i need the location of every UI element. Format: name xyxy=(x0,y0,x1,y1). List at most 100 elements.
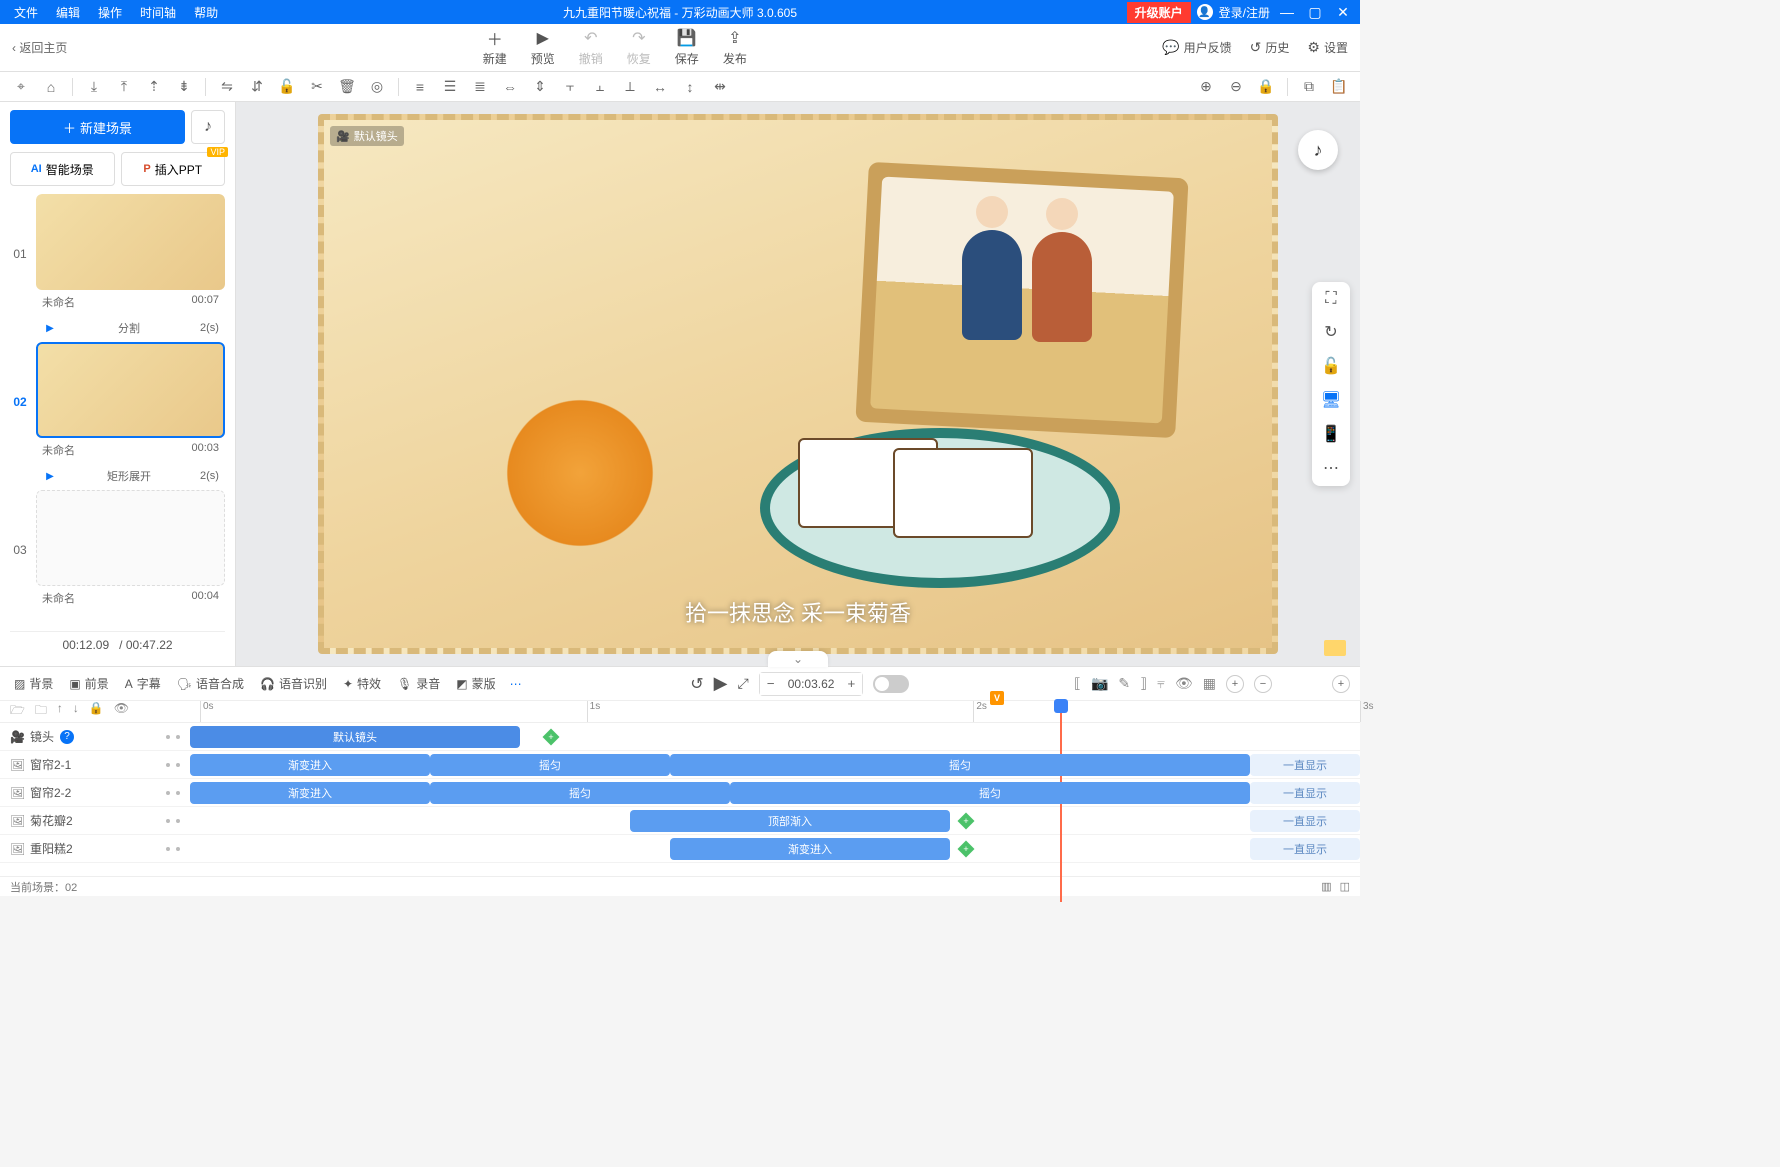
screen-desktop-icon[interactable]: 🖥 xyxy=(1321,390,1341,410)
scene-thumbnail[interactable] xyxy=(36,342,225,438)
zoom-in-icon[interactable]: ⊕ xyxy=(1193,75,1219,99)
zoom-plus-button[interactable]: + xyxy=(1226,675,1244,693)
align-right-icon[interactable]: ≣ xyxy=(467,75,493,99)
timeline-tts-button[interactable]: 🗣语音合成 xyxy=(173,675,248,692)
play-icon[interactable]: ▶ xyxy=(714,673,728,694)
spacing-icon[interactable]: ⇹ xyxy=(707,75,733,99)
timeline-mask-button[interactable]: ◩蒙版 xyxy=(452,675,499,692)
timeline-clip[interactable]: 渐变进入 xyxy=(190,754,430,776)
keyframe-icon[interactable] xyxy=(543,729,560,746)
time-plus-button[interactable]: + xyxy=(840,673,862,695)
zoom-add-button[interactable]: + xyxy=(1332,675,1350,693)
subtitle-indicator-icon[interactable] xyxy=(1324,640,1346,656)
marker-in-icon[interactable]: ⟦ xyxy=(1074,675,1081,692)
timeline-clip[interactable]: 一直显示 xyxy=(1250,810,1360,832)
halign-icon[interactable]: ↔ xyxy=(647,75,673,99)
trash-icon[interactable]: 🗑 xyxy=(334,75,360,99)
expand-icon[interactable]: ⤢ xyxy=(738,675,749,692)
canvas-frame[interactable]: 🎥 默认镜头 拾一抹思念 采一束菊香 xyxy=(318,114,1278,654)
valign-mid-icon[interactable]: ⫠ xyxy=(587,75,613,99)
timeline-clip[interactable]: 顶部渐入 xyxy=(630,810,950,832)
more-button[interactable]: ⋯ xyxy=(506,677,526,691)
track-lane[interactable]: 默认镜头 xyxy=(190,723,1360,750)
track-label[interactable]: 🖼窗帘2-2 xyxy=(0,784,190,801)
timeline-clip[interactable]: 摇匀 xyxy=(430,782,730,804)
edit-icon[interactable]: ✎ xyxy=(1118,675,1130,692)
timeline-fx-button[interactable]: ✦特效 xyxy=(339,675,385,692)
track-lane[interactable]: 渐变进入摇匀摇匀一直显示 xyxy=(190,779,1360,806)
user-avatar-icon[interactable]: 👤 xyxy=(1197,4,1213,20)
status-icon[interactable]: ▥ xyxy=(1321,880,1331,893)
valign-bot-icon[interactable]: ⟂ xyxy=(617,75,643,99)
login-link[interactable]: 登录/注册 xyxy=(1219,4,1270,21)
keyframe-icon[interactable] xyxy=(958,841,975,858)
folder-add-icon[interactable]: 🗁 xyxy=(10,701,25,722)
filter-icon[interactable]: ⫧ xyxy=(1157,675,1165,692)
window-maximize-icon[interactable]: ▢ xyxy=(1304,4,1326,21)
timeline-clip[interactable]: 渐变进入 xyxy=(190,782,430,804)
menu-help[interactable]: 帮助 xyxy=(186,2,226,23)
menu-edit[interactable]: 编辑 xyxy=(48,2,88,23)
back-home-button[interactable]: ‹ 返回主页 xyxy=(12,39,67,56)
eye-small-icon[interactable]: 👁 xyxy=(114,701,129,722)
track-label[interactable]: 🎥镜头? xyxy=(0,728,190,745)
track-lane[interactable]: 渐变进入一直显示 xyxy=(190,835,1360,862)
time-input[interactable]: − 00:03.62 + xyxy=(759,672,864,696)
scene-thumbnail[interactable] xyxy=(36,490,225,586)
track-lane[interactable]: 顶部渐入 一直显示 xyxy=(190,807,1360,834)
timeline-clip[interactable]: 渐变进入 xyxy=(670,838,950,860)
align-download-icon[interactable]: ⤓ xyxy=(81,75,107,99)
grid-icon[interactable]: ▦ xyxy=(1203,675,1216,692)
timeline-clip[interactable]: 一直显示 xyxy=(1250,754,1360,776)
scene-item[interactable]: 03 未命名00:04 xyxy=(10,490,225,610)
camera-small-icon[interactable]: 📷 xyxy=(1091,675,1108,692)
rewind-icon[interactable]: ↺ xyxy=(690,674,703,694)
collapse-panel-button[interactable]: ⌄ xyxy=(768,651,828,667)
screen-mobile-icon[interactable]: 📱 xyxy=(1321,424,1341,444)
align-left-icon[interactable]: ≡ xyxy=(407,75,433,99)
music-button[interactable]: ♪ xyxy=(191,110,225,144)
align-up-icon[interactable]: ⤒ xyxy=(111,75,137,99)
distribute-h-icon[interactable]: ⇔ xyxy=(497,75,523,99)
zoom-out-icon[interactable]: ⊖ xyxy=(1223,75,1249,99)
folder-out-icon[interactable]: 🗀 xyxy=(35,701,47,722)
copy-icon[interactable]: ⧉ xyxy=(1296,75,1322,99)
toolbar-save-button[interactable]: 💾保存 xyxy=(675,28,699,67)
fullscreen-icon[interactable]: ⛶ xyxy=(1325,290,1336,308)
toolbar-publish-button[interactable]: ⇪发布 xyxy=(723,28,747,67)
upgrade-button[interactable]: 升级账户 xyxy=(1127,2,1191,23)
up-icon[interactable]: ↑ xyxy=(57,701,63,722)
play-circle-icon[interactable]: ▶ xyxy=(42,468,58,484)
insert-ppt-button[interactable]: P 插入PPT VIP xyxy=(121,152,226,186)
tool-select-icon[interactable]: ⌖ xyxy=(8,75,34,99)
time-minus-button[interactable]: − xyxy=(760,673,782,695)
help-icon[interactable]: ? xyxy=(60,730,74,744)
scene-thumbnail[interactable] xyxy=(36,194,225,290)
canvas-music-button[interactable]: ♪ xyxy=(1298,130,1338,170)
timeline-clip[interactable]: 摇匀 xyxy=(430,754,670,776)
timeline-clip[interactable]: 一直显示 xyxy=(1250,782,1360,804)
feedback-button[interactable]: 💬用户反馈 xyxy=(1162,39,1231,56)
scene-card[interactable]: 未命名00:04 xyxy=(36,490,225,610)
timeline-clip[interactable]: 默认镜头 xyxy=(190,726,520,748)
loop-toggle[interactable] xyxy=(873,675,909,693)
align-bottom-icon[interactable]: ⇟ xyxy=(171,75,197,99)
marker-out-icon[interactable]: ⟧ xyxy=(1140,675,1147,692)
lock-open-icon[interactable]: 🔓 xyxy=(1321,356,1341,376)
down-icon[interactable]: ↓ xyxy=(73,701,79,722)
scene-item[interactable]: 01 未命名00:07 xyxy=(10,194,225,314)
align-center-icon[interactable]: ☰ xyxy=(437,75,463,99)
timeline-subtitle-button[interactable]: A字幕 xyxy=(121,675,165,692)
flip-h-icon[interactable]: ⇋ xyxy=(214,75,240,99)
target-icon[interactable]: ◎ xyxy=(364,75,390,99)
align-top-icon[interactable]: ⇡ xyxy=(141,75,167,99)
scene-transition[interactable]: ▶矩形展开2(s) xyxy=(10,466,225,486)
valign-icon[interactable]: ↕ xyxy=(677,75,703,99)
timeline-record-button[interactable]: 🎙录音 xyxy=(393,675,444,692)
window-close-icon[interactable]: ✕ xyxy=(1332,4,1354,21)
new-scene-button[interactable]: ＋ 新建场景 xyxy=(10,110,185,144)
timeline-clip[interactable]: 摇匀 xyxy=(730,782,1250,804)
menu-action[interactable]: 操作 xyxy=(90,2,130,23)
window-minimize-icon[interactable]: — xyxy=(1276,4,1298,20)
scene-card[interactable]: 未命名00:07 xyxy=(36,194,225,314)
